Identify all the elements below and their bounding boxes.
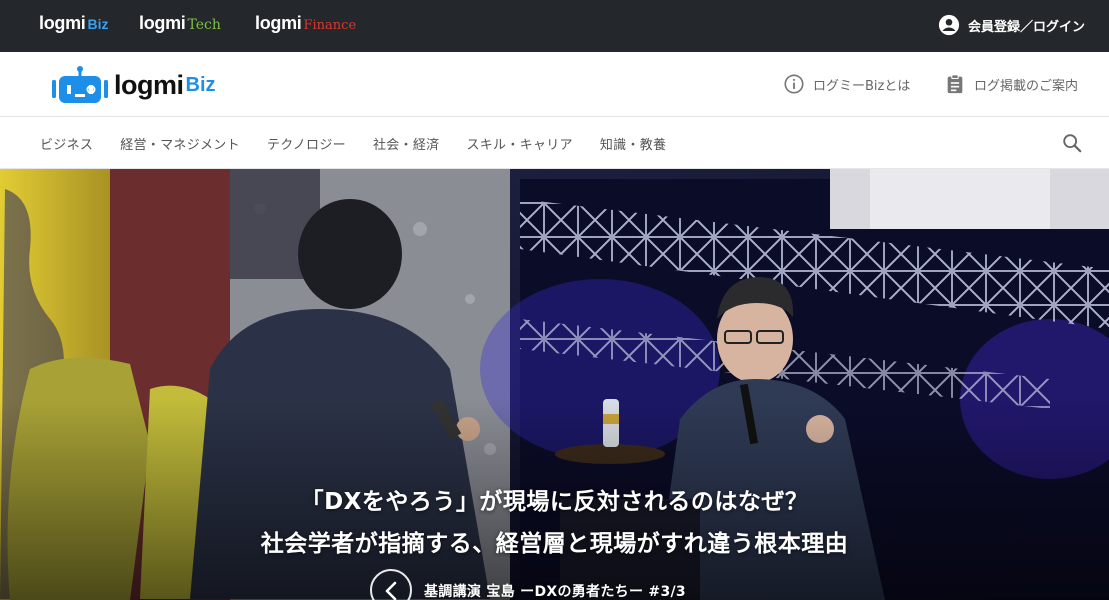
site-suffix: Tech	[187, 17, 221, 33]
hero-title-line1[interactable]: 「DXをやろう」が現場に反対されるのはなぜ？	[0, 482, 1109, 516]
logmi-biz-link[interactable]: logmi Biz	[39, 13, 109, 37]
site-header: logmi Biz ログミーBizとは ログ掲載のご案内	[0, 52, 1109, 117]
hero-title-line2[interactable]: 社会学者が指摘する、経営層と現場がすれ違う根本理由	[0, 524, 1109, 558]
network-bar: logmi Biz logmi Tech logmi Finance 会員登録／…	[0, 0, 1109, 52]
nav-item-business[interactable]: ビジネス	[40, 134, 93, 153]
site-suffix: Finance	[303, 18, 357, 33]
nav-item-management[interactable]: 経営・マネジメント	[120, 134, 240, 153]
login-label: 会員登録／ログイン	[967, 19, 1085, 35]
logmi-finance-link[interactable]: logmi Finance	[255, 13, 356, 37]
listing-guide-link[interactable]: ログ掲載のご案内	[944, 72, 1078, 96]
site-word: logmi	[255, 13, 302, 33]
logo-suffix: Biz	[185, 73, 216, 96]
account-circle-icon	[938, 14, 960, 36]
about-link[interactable]: ログミーBizとは	[783, 72, 910, 96]
about-label: ログミーBizとは	[813, 78, 911, 94]
search-icon[interactable]	[1061, 132, 1083, 154]
logmi-biz-logo[interactable]: logmi Biz	[52, 64, 216, 106]
info-icon	[784, 74, 804, 94]
logmi-tech-link[interactable]: logmi Tech	[139, 13, 221, 37]
category-nav: ビジネス 経営・マネジメント テクノロジー 社会・経済 スキル・キャリア 知識・…	[0, 117, 1109, 169]
hero-carousel[interactable]: 「DXをやろう」が現場に反対されるのはなぜ？ 社会学者が指摘する、経営層と現場が…	[0, 169, 1109, 600]
login-register-link[interactable]: 会員登録／ログイン	[938, 13, 1085, 37]
site-word: logmi	[39, 13, 86, 33]
nav-item-knowledge[interactable]: 知識・教養	[600, 134, 667, 153]
chevron-left-icon	[385, 581, 397, 600]
guide-label: ログ掲載のご案内	[974, 78, 1079, 94]
nav-item-society-economy[interactable]: 社会・経済	[373, 134, 440, 153]
site-word: logmi	[139, 13, 186, 33]
nav-item-technology[interactable]: テクノロジー	[267, 134, 346, 153]
logo-wordmark: logmi	[114, 69, 184, 100]
robot-logo-icon	[52, 66, 108, 103]
clipboard-icon	[947, 74, 963, 94]
series-label[interactable]: 基調講演 宝島 ーDXの勇者たちー #3/3	[424, 581, 686, 600]
site-suffix: Biz	[87, 16, 109, 32]
nav-item-skill-career[interactable]: スキル・キャリア	[466, 134, 572, 153]
